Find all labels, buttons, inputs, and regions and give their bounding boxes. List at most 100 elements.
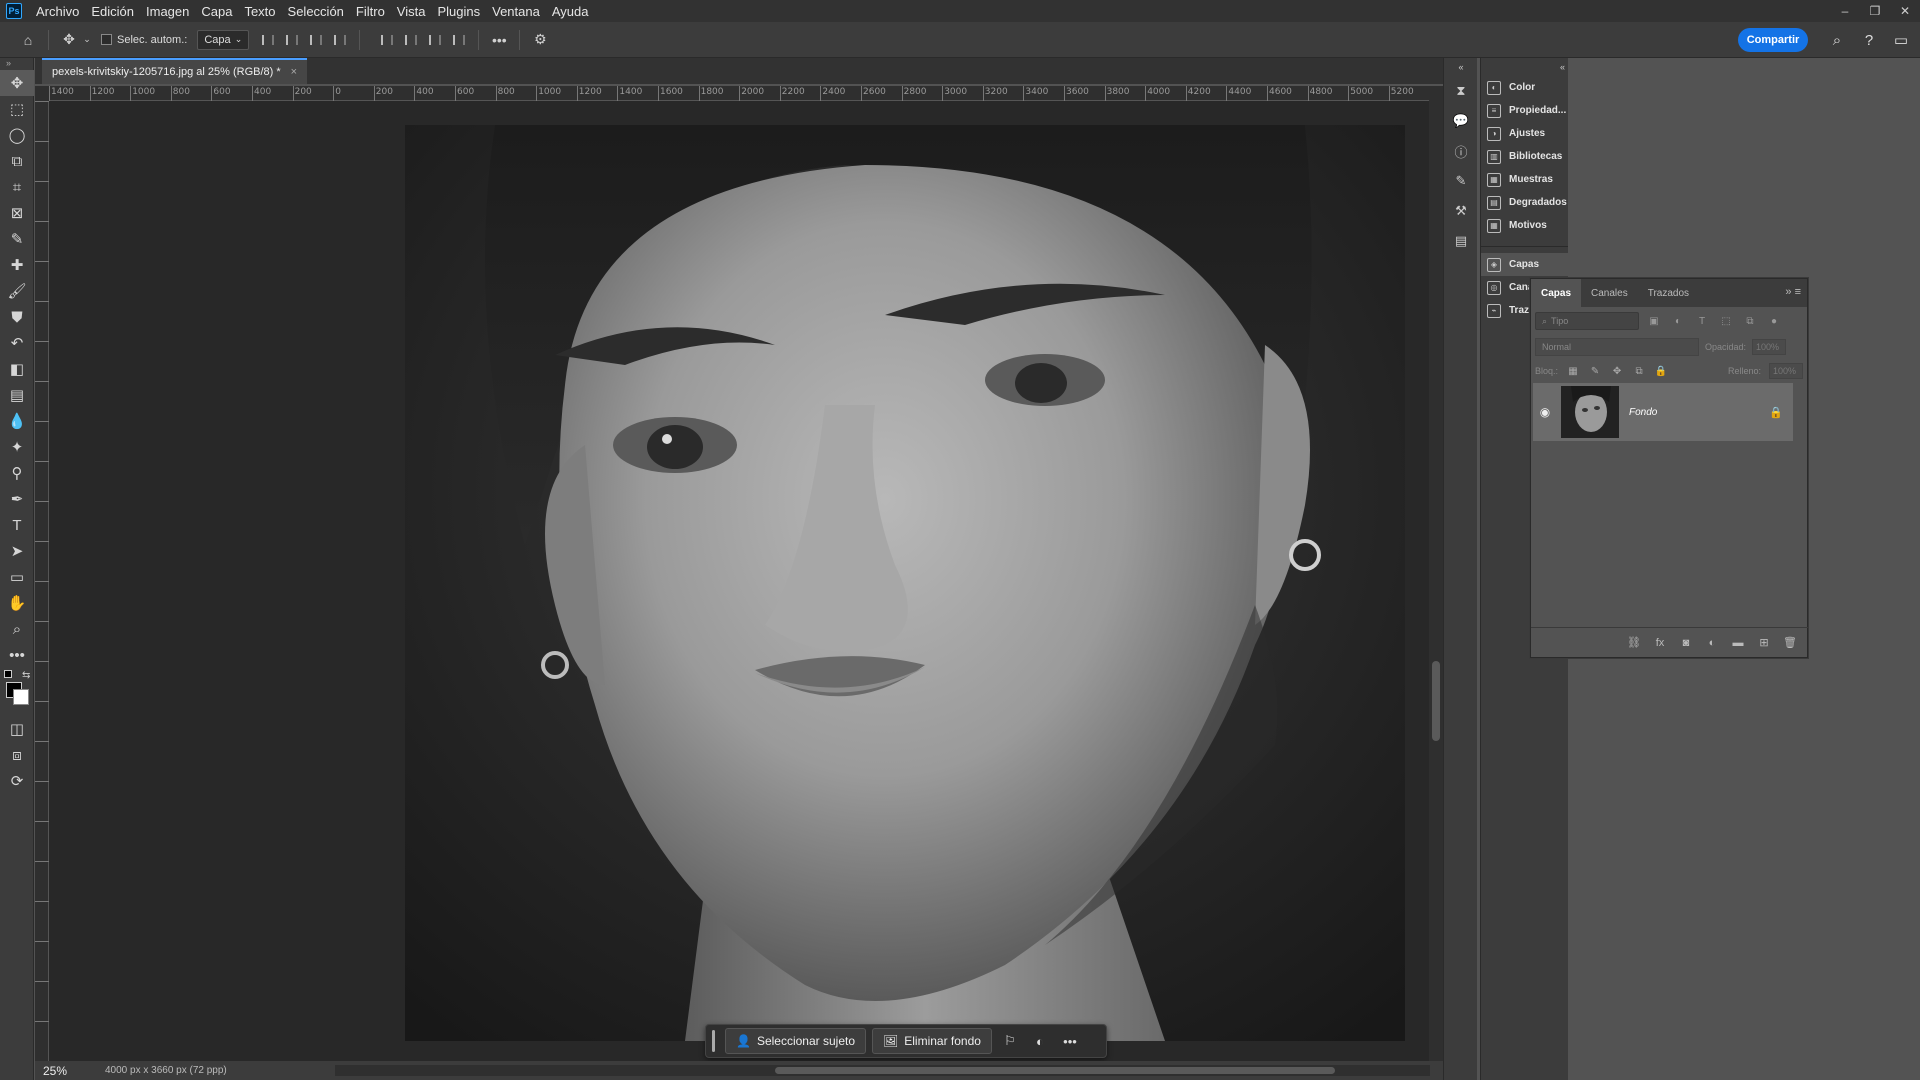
lock-transparency-icon[interactable]: ▦ (1566, 364, 1580, 378)
crop-tool-icon[interactable]: ⌗ (0, 174, 34, 200)
align-center-h-icon[interactable] (281, 29, 303, 51)
quick-mask-icon[interactable]: ◫ (0, 716, 34, 742)
zoom-tool-icon[interactable]: ⌕ (0, 616, 34, 642)
panel-adjustments[interactable]: ◑ Ajustes (1481, 122, 1568, 145)
screen-mode-icon[interactable]: ⧈ (0, 742, 34, 768)
search-icon[interactable]: ⌕ (1824, 28, 1850, 52)
help-icon[interactable]: ? (1856, 28, 1882, 52)
ruler-origin[interactable] (35, 86, 49, 101)
frame-tool-icon[interactable]: ⊠ (0, 200, 34, 226)
align-middle-v-icon[interactable] (400, 29, 422, 51)
gear-icon[interactable]: ⚙ (528, 28, 552, 52)
panel-swatches[interactable]: ▦ Muestras (1481, 168, 1568, 191)
collapse-toolbar-icon[interactable]: » (0, 58, 33, 70)
menu-archivo[interactable]: Archivo (30, 4, 85, 19)
path-selection-tool-icon[interactable]: ➤ (0, 538, 34, 564)
more-options-icon[interactable]: ••• (1058, 1029, 1082, 1053)
brush-settings-icon[interactable]: ✎ (1444, 166, 1478, 196)
workspace-icon[interactable]: ▭ (1888, 28, 1914, 52)
lock-all-icon[interactable]: 🔒 (1654, 364, 1668, 378)
add-mask-icon[interactable]: ◙ (1677, 634, 1695, 652)
smart-object-filter-icon[interactable]: ⧉ (1741, 312, 1759, 330)
blur-tool-icon[interactable]: 💧 (0, 408, 34, 434)
auto-select-checkbox[interactable]: Selec. autom.: (101, 34, 187, 46)
scroll-thumb[interactable] (1432, 661, 1440, 741)
align-left-icon[interactable] (257, 29, 279, 51)
vertical-scrollbar[interactable] (1429, 86, 1443, 1061)
menu-edicion[interactable]: Edición (85, 4, 140, 19)
object-selection-tool-icon[interactable]: ⧉ (0, 148, 34, 174)
layer-row[interactable]: ◉ Fondo 🔒 (1533, 383, 1793, 441)
menu-seleccion[interactable]: Selección (282, 4, 350, 19)
distribute-v-icon[interactable] (448, 29, 470, 51)
eye-icon[interactable]: ◉ (1533, 405, 1557, 419)
panel-libraries[interactable]: ▥ Bibliotecas (1481, 145, 1568, 168)
document-info[interactable]: 4000 px x 3660 px (72 ppp) (95, 1065, 325, 1076)
menu-plugins[interactable]: Plugins (431, 4, 486, 19)
brush-tool-icon[interactable]: 🖌 (0, 278, 34, 304)
canvas-area[interactable] (49, 101, 1429, 1061)
tool-presets-icon[interactable]: ⚒ (1444, 196, 1478, 226)
fx-icon[interactable]: fx (1651, 634, 1669, 652)
default-colors-icon[interactable] (4, 670, 12, 678)
zoom-lens-tool-icon[interactable]: ⚲ (0, 460, 34, 486)
rectangle-tool-icon[interactable]: ▭ (0, 564, 34, 590)
select-subject-button[interactable]: 👤 Seleccionar sujeto (725, 1028, 867, 1054)
lock-artboard-icon[interactable]: ⧉ (1632, 364, 1646, 378)
history-brush-tool-icon[interactable]: ↶ (0, 330, 34, 356)
document-tab[interactable]: pexels-krivitskiy-1205716.jpg al 25% (RG… (42, 58, 308, 84)
type-filter-icon[interactable]: T (1693, 312, 1711, 330)
healing-brush-tool-icon[interactable]: ✚ (0, 252, 34, 278)
align-right-icon[interactable] (305, 29, 327, 51)
align-top-icon[interactable] (376, 29, 398, 51)
tab-channels[interactable]: Canales (1581, 279, 1638, 307)
background-color-swatch[interactable] (13, 689, 29, 705)
pixel-filter-icon[interactable]: ▣ (1645, 312, 1663, 330)
lock-icon[interactable]: 🔒 (1769, 406, 1793, 419)
adjustment-layer-icon[interactable]: ◐ (1703, 634, 1721, 652)
panel-properties[interactable]: ≡ Propiedad... (1481, 99, 1568, 122)
adjustment-filter-icon[interactable]: ◐ (1669, 312, 1687, 330)
filter-type-dropdown[interactable]: ⌕ Tipo (1535, 312, 1639, 330)
chevron-down-icon[interactable]: ⌄ (81, 28, 93, 52)
menu-ayuda[interactable]: Ayuda (546, 4, 595, 19)
pin-icon[interactable]: ⚐ (998, 1029, 1022, 1053)
more-options-icon[interactable]: ••• (487, 28, 511, 52)
zoom-level[interactable]: 25% (35, 1064, 95, 1078)
menu-texto[interactable]: Texto (238, 4, 281, 19)
history-icon[interactable]: ⧗ (1444, 76, 1478, 106)
portrait-image[interactable] (405, 125, 1405, 1041)
share-button[interactable]: Compartir (1738, 28, 1808, 52)
eyedropper-tool-icon[interactable]: ✎ (0, 226, 34, 252)
clone-stamp-tool-icon[interactable]: ⛊ (0, 304, 34, 330)
panel-menu-icon[interactable]: » ≡ (1785, 286, 1801, 298)
layer-comps-icon[interactable]: ▤ (1444, 226, 1478, 256)
delete-layer-icon[interactable]: 🗑 (1781, 634, 1799, 652)
type-tool-icon[interactable]: T (0, 512, 34, 538)
info-icon[interactable]: ⓘ (1444, 136, 1478, 166)
blend-mode-dropdown[interactable]: Normal (1535, 338, 1699, 356)
panel-patterns[interactable]: ▦ Motivos (1481, 214, 1568, 237)
marquee-tool-icon[interactable]: ⬚ (0, 96, 34, 122)
collapse-icon[interactable]: « (1444, 58, 1478, 76)
align-bottom-icon[interactable] (424, 29, 446, 51)
link-icon[interactable]: ⛓ (1625, 634, 1643, 652)
hand-tool-icon[interactable]: ✋ (0, 590, 34, 616)
close-button[interactable]: ✕ (1890, 0, 1920, 22)
menu-vista[interactable]: Vista (391, 4, 432, 19)
lock-position-icon[interactable]: ✥ (1610, 364, 1624, 378)
panel-gradients[interactable]: ▤ Degradados (1481, 191, 1568, 214)
drag-handle[interactable] (712, 1030, 715, 1052)
tab-paths[interactable]: Trazados (1638, 279, 1699, 307)
layer-name[interactable]: Fondo (1629, 407, 1769, 418)
horizontal-scrollbar[interactable] (335, 1065, 1430, 1076)
layer-thumbnail[interactable] (1561, 386, 1619, 438)
panel-layers[interactable]: ◈ Capas (1481, 253, 1568, 276)
filter-toggle-icon[interactable]: ● (1765, 312, 1783, 330)
fill-field[interactable]: 100% (1769, 363, 1803, 379)
new-layer-icon[interactable]: ⊞ (1755, 634, 1773, 652)
move-tool-preset-icon[interactable]: ✥ (57, 28, 81, 52)
gradient-tool-icon[interactable]: ▤ (0, 382, 34, 408)
swap-colors-icon[interactable]: ⇆ (22, 670, 30, 681)
dodge-tool-icon[interactable]: ✦ (0, 434, 34, 460)
